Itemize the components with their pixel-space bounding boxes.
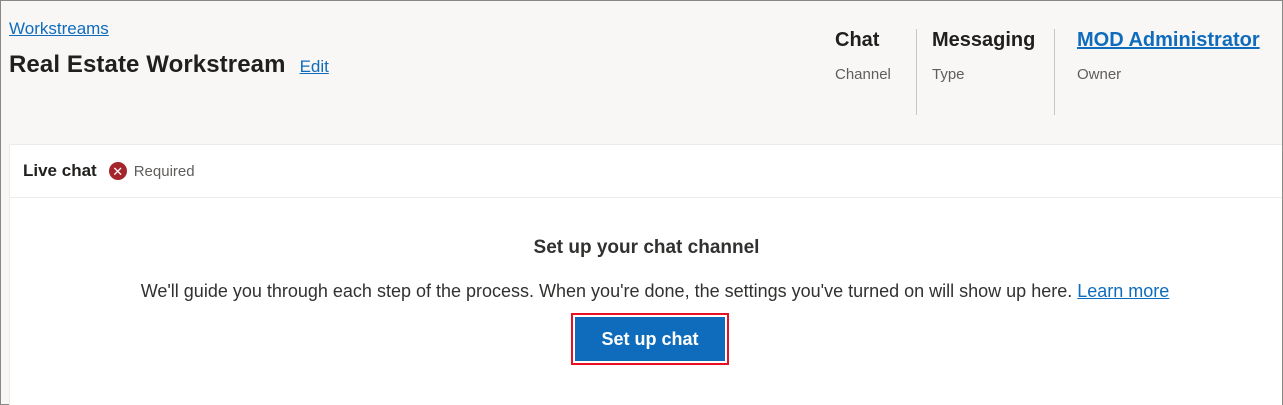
error-circle-icon: ✕ [108, 162, 127, 180]
breadcrumb-workstreams-link[interactable]: Workstreams [9, 19, 109, 39]
owner-meta: MOD Administrator Owner [1077, 29, 1260, 115]
meta-divider [1054, 29, 1055, 115]
live-chat-card: Live chat ✕ Required Set up your chat ch… [9, 144, 1282, 405]
type-meta: Messaging Type [932, 29, 1035, 115]
channel-value: Chat [835, 29, 880, 51]
type-value: Messaging [932, 29, 1036, 51]
empty-state-title: Set up your chat channel [533, 237, 760, 258]
page-frame: Workstreams Real Estate Workstream Edit … [0, 0, 1283, 405]
empty-state-text: We'll guide you through each step of the… [140, 281, 1078, 301]
set-up-chat-button[interactable]: Set up chat [575, 317, 725, 361]
workstream-header: Workstreams Real Estate Workstream Edit … [1, 1, 1282, 142]
card-title: Live chat [23, 161, 97, 180]
learn-more-link[interactable]: Learn more [1077, 281, 1169, 301]
empty-state-description: We'll guide you through each step of the… [10, 281, 1283, 302]
channel-meta: Chat Channel [835, 29, 891, 115]
type-label: Type [932, 66, 965, 83]
channel-label: Channel [835, 66, 891, 83]
card-header: Live chat ✕ Required [10, 145, 1282, 198]
highlight-outline: Set up chat [571, 313, 729, 365]
meta-divider [916, 29, 917, 115]
edit-link[interactable]: Edit [300, 57, 329, 77]
page-title: Real Estate Workstream [9, 51, 286, 78]
title-row: Real Estate Workstream Edit [9, 51, 329, 79]
owner-link[interactable]: MOD Administrator [1077, 29, 1260, 52]
required-status-text: Required [133, 162, 195, 180]
owner-label: Owner [1077, 66, 1122, 83]
